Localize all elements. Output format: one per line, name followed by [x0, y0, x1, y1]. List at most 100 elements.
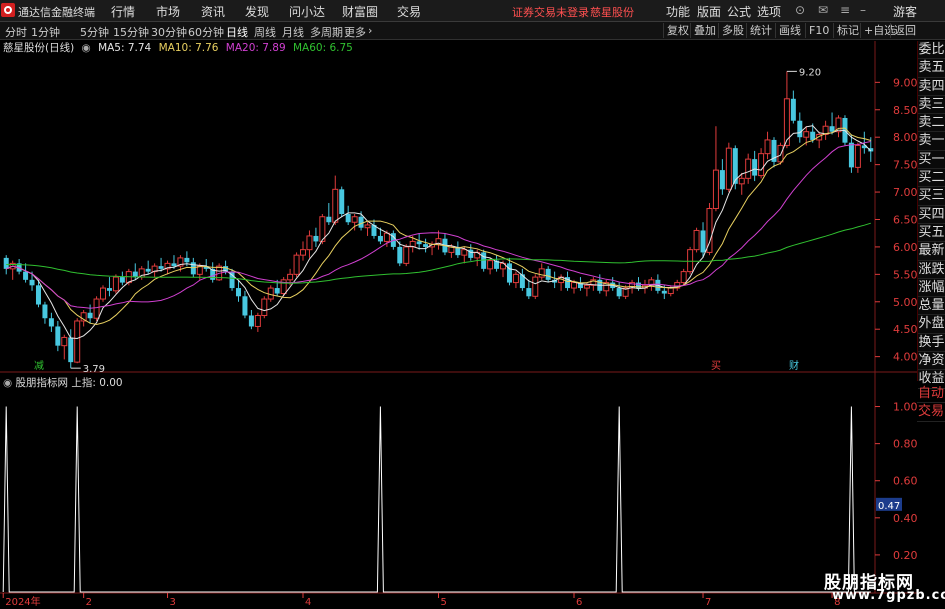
candle-body: [423, 244, 429, 247]
candle-body: [854, 144, 861, 168]
candle-body: [339, 189, 345, 214]
candle-body: [667, 287, 674, 295]
candle-body: [803, 131, 810, 138]
candle-body: [545, 268, 551, 280]
auto-trade-panel: 自动 交易: [917, 385, 945, 422]
side-panel-item[interactable]: 总量: [918, 297, 945, 316]
candle-body: [68, 337, 74, 363]
side-panel-item[interactable]: 买一: [918, 151, 945, 170]
side-panel-item[interactable]: 外盘: [918, 315, 945, 334]
candle-body: [184, 257, 190, 263]
quote-side-panel: 委比 卖五 卖四 卖三 卖二 卖一 买一 买二 买三 买四 买五 最新 涨跌 涨幅 总量 外盘 换手 净资 收益: [917, 41, 945, 389]
candle-body: [461, 249, 468, 256]
price-axis-label: 7.00: [893, 186, 918, 199]
candle-body: [106, 288, 112, 291]
watermark-url: www.7gpzb.com: [832, 588, 945, 603]
ma10-line: [6, 127, 871, 326]
candle-body: [332, 188, 339, 223]
candle-body: [538, 268, 545, 278]
candle-body: [74, 320, 81, 363]
ma20-line: [6, 141, 871, 309]
candle-body: [313, 235, 319, 242]
side-panel-item[interactable]: 卖五: [918, 59, 945, 78]
candle-body: [383, 232, 390, 242]
candle-body: [526, 288, 532, 297]
price-axis-label: 7.50: [893, 159, 918, 172]
candle-body: [293, 254, 300, 275]
candle-body: [248, 315, 254, 327]
candle-body: [616, 288, 622, 297]
indicator-param: 上指: 0.00: [71, 377, 123, 389]
auto-trade-item[interactable]: 交易: [917, 403, 945, 422]
side-panel-item[interactable]: 换手: [918, 334, 945, 353]
date-axis-label: 2: [86, 597, 92, 608]
candle-body: [145, 268, 151, 272]
auto-trade-item[interactable]: 自动: [917, 385, 945, 404]
side-panel-item[interactable]: 卖四: [918, 78, 945, 96]
side-panel-item[interactable]: 卖三: [918, 96, 945, 115]
low-price-label: 3.79: [83, 364, 105, 375]
side-panel-item[interactable]: 净资: [918, 352, 945, 371]
candle-body: [42, 304, 48, 319]
candle-body: [119, 277, 125, 283]
date-axis-label: 6: [576, 597, 582, 608]
date-axis-label: 2024年: [5, 595, 40, 608]
candle-body: [583, 284, 590, 289]
candle-body: [132, 271, 138, 278]
candle-body: [351, 216, 358, 223]
side-panel-item[interactable]: 最新: [918, 242, 945, 261]
date-axis-label: 4: [305, 597, 311, 608]
side-panel-item[interactable]: 买四: [918, 206, 945, 224]
side-panel-item[interactable]: 涨跌: [918, 261, 945, 279]
candle-body: [300, 249, 307, 256]
candle-body: [693, 229, 700, 251]
candle-body: [661, 290, 667, 294]
candle-body: [687, 249, 694, 273]
candle-body: [487, 260, 494, 270]
indicator-current-value: 0.47: [878, 501, 900, 512]
indicator-header: ◉ 股朋指标网 上指: 0.00: [0, 375, 123, 389]
candle-body: [358, 216, 364, 228]
side-panel-item[interactable]: 卖二: [918, 114, 945, 133]
candle-body: [790, 98, 796, 121]
price-axis-label: 4.50: [893, 323, 918, 336]
candle-body: [377, 235, 383, 242]
candle-body: [829, 126, 835, 132]
candle-body: [345, 214, 351, 223]
candle-body: [752, 159, 758, 176]
indicator-settings-icon[interactable]: ◉: [3, 377, 12, 389]
candle-body: [171, 263, 177, 267]
side-panel-item[interactable]: 买五: [918, 224, 945, 243]
candle-body: [112, 276, 119, 292]
price-axis-label: 4.00: [893, 351, 918, 364]
candle-body: [326, 216, 332, 223]
side-panel-item[interactable]: 涨幅: [918, 279, 945, 298]
candle-body: [364, 224, 371, 229]
candle-body: [87, 312, 93, 319]
candle-body: [29, 279, 35, 286]
price-axis-label: 5.00: [893, 296, 918, 309]
candle-body: [61, 336, 68, 347]
stock-title: 慈星股份(日线): [3, 42, 75, 54]
event-marker: 减: [34, 360, 44, 372]
candle-body: [35, 285, 41, 305]
candle-body: [848, 142, 854, 168]
side-panel-item[interactable]: 委比: [918, 41, 945, 60]
candle-body: [810, 131, 816, 140]
candle-body: [764, 139, 771, 155]
candle-body: [680, 271, 687, 284]
side-panel-item[interactable]: 买二: [918, 169, 945, 188]
indicator-axis-label: 0.80: [893, 438, 918, 451]
indicator-name[interactable]: 股朋指标网: [16, 377, 69, 389]
candle-body: [242, 296, 248, 316]
candle-body: [267, 287, 274, 300]
candle-body: [158, 266, 164, 269]
kline-chart[interactable]: 9.20 3.79 减 买 财 9.00 8.50 8.00 7.50 7.00 6.50 6.00…: [0, 0, 945, 609]
side-panel-item[interactable]: 买三: [918, 187, 945, 206]
date-axis-label: 5: [441, 597, 447, 608]
price-axis-label: 5.50: [893, 268, 918, 281]
main-chart-header: 慈星股份(日线) ◉ MA5: 7.74 MA10: 7.76 MA20: 7.…: [0, 40, 357, 55]
settings-icon[interactable]: ◉: [82, 42, 91, 54]
price-axis-label: 8.00: [893, 131, 918, 144]
side-panel-item[interactable]: 卖一: [918, 132, 945, 151]
